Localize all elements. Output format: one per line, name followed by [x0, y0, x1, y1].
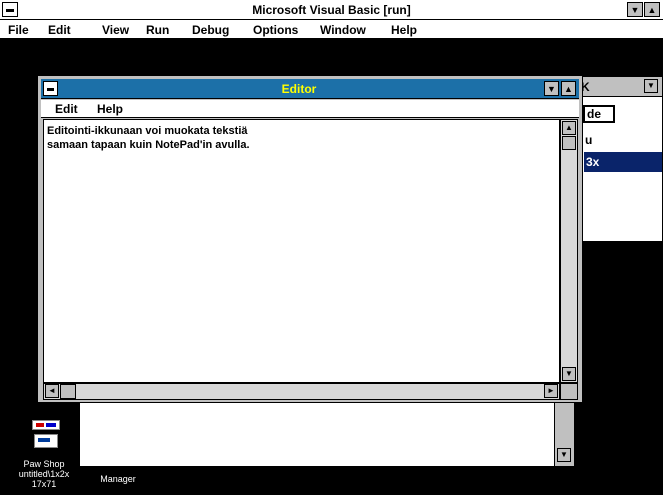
editor-scroll-left-icon[interactable]: ◄ [45, 384, 59, 398]
toolbox-arrow-icon[interactable]: ▼ [644, 79, 658, 93]
manager-icon[interactable] [34, 434, 58, 448]
menu-window[interactable]: Window [320, 22, 366, 38]
editor-minimize-icon[interactable]: ▼ [544, 81, 559, 96]
editor-text-line: Editointi-ikkunaan voi muokata tekstiä [47, 125, 248, 137]
toolbox-selected-row[interactable]: 3x [584, 152, 662, 172]
editor-maximize-icon[interactable]: ▲ [561, 81, 576, 96]
editor-scroll-up-icon[interactable]: ▲ [562, 121, 576, 135]
minimize-icon[interactable]: ▼ [627, 2, 643, 17]
menu-edit[interactable]: Edit [48, 22, 71, 38]
system-menu-icon[interactable] [2, 2, 18, 17]
menu-file[interactable]: File [8, 22, 29, 38]
editor-scroll-down-icon[interactable]: ▼ [562, 367, 576, 381]
editor-menu-help[interactable]: Help [97, 101, 123, 117]
scroll-corner [560, 383, 578, 400]
menu-options[interactable]: Options [253, 22, 298, 38]
editor-text-area[interactable]: Editointi-ikkunaan voi muokata tekstiä sa… [43, 119, 560, 383]
app-menubar: File Edit View Run Debug Options Window … [0, 20, 663, 40]
menu-help[interactable]: Help [391, 22, 417, 38]
toolbox-item-2[interactable]: u [585, 133, 592, 147]
code-vertical-scrollbar[interactable]: ▼ [554, 402, 574, 466]
toolbox-top-label: K [581, 80, 590, 94]
desktop-icon-label-2[interactable]: Manager [88, 474, 148, 484]
code-scroll-down-icon[interactable]: ▼ [557, 448, 571, 462]
editor-text-line: samaan tapaan kuin NotePad'in avulla. [47, 139, 250, 151]
maximize-icon[interactable]: ▲ [644, 2, 660, 17]
desktop-icon-label-1[interactable]: Paw Shop untitled\1x2x 17x71 [6, 459, 82, 489]
code-window[interactable]: ▼ [78, 400, 576, 468]
editor-vertical-scrollbar[interactable]: ▲ ▼ [560, 119, 578, 383]
menu-view[interactable]: View [102, 22, 129, 38]
editor-horizontal-scrollbar[interactable]: ◄ ► [43, 383, 560, 400]
editor-window: Editor ▼ ▲ Edit Help Editointi-ikkunaan … [37, 75, 583, 403]
editor-hscroll-thumb[interactable] [60, 384, 76, 399]
editor-titlebar[interactable]: Editor ▼ ▲ [41, 79, 579, 99]
editor-vscroll-thumb[interactable] [562, 136, 576, 150]
editor-menubar: Edit Help [41, 100, 579, 118]
toolbox-item-1[interactable]: de [583, 105, 615, 123]
editor-system-menu-icon[interactable] [43, 81, 58, 96]
app-title: Microsoft Visual Basic [run] [252, 3, 411, 17]
app-titlebar: Microsoft Visual Basic [run] ▼ ▲ [0, 0, 663, 20]
menu-debug[interactable]: Debug [192, 22, 229, 38]
menu-run[interactable]: Run [146, 22, 169, 38]
editor-menu-edit[interactable]: Edit [55, 101, 78, 117]
editor-title: Editor [281, 82, 317, 96]
editor-scroll-right-icon[interactable]: ► [544, 384, 558, 398]
program-icon[interactable] [32, 420, 60, 430]
